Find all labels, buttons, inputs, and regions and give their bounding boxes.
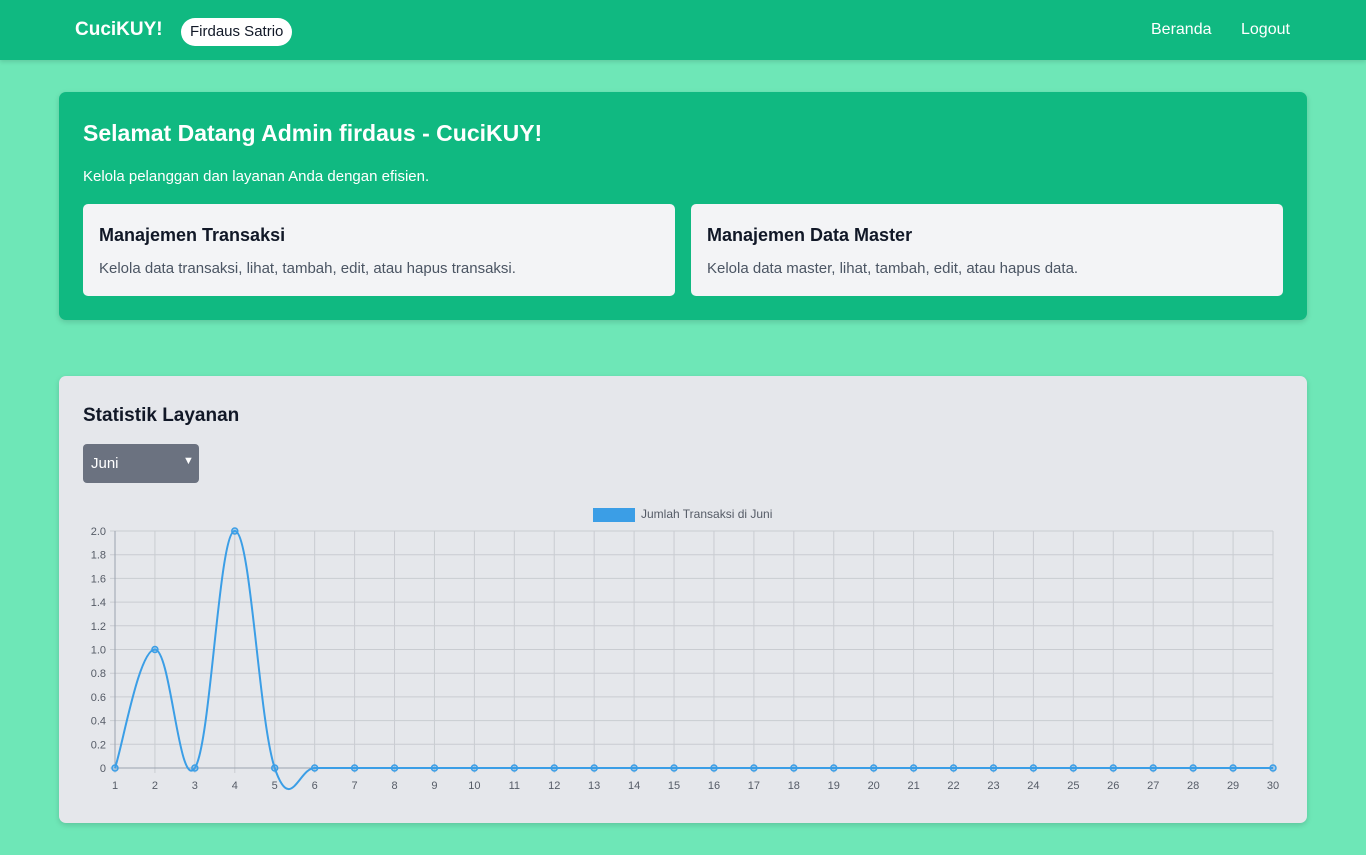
x-tick-label: 19: [828, 780, 840, 792]
data-point: [470, 764, 479, 772]
data-point: [710, 764, 718, 772]
data-point: [630, 764, 638, 772]
x-tick-label: 27: [1147, 780, 1159, 792]
card-title: Manajemen Data Master: [707, 225, 913, 245]
x-tick-label: 8: [391, 780, 397, 792]
data-point: [1189, 764, 1197, 772]
data-point: [111, 764, 119, 772]
data-point: [1269, 764, 1277, 772]
data-point: [830, 764, 838, 772]
x-tick-label: 11: [509, 780, 520, 792]
x-tick-label: 13: [588, 780, 600, 792]
x-tick-label: 24: [1027, 780, 1039, 792]
x-tick-label: 14: [628, 780, 640, 792]
x-tick-label: 16: [708, 780, 720, 792]
x-tick-label: 10: [468, 780, 480, 792]
y-tick-label: 1.6: [91, 573, 106, 585]
x-tick-label: 3: [192, 780, 198, 792]
y-tick-label: 0.6: [91, 692, 106, 704]
x-tick-label: 17: [748, 780, 760, 792]
data-point: [550, 764, 558, 772]
y-tick-label: 1.4: [91, 597, 106, 609]
statistics-panel: Statistik Layanan Juni ▼ Jumlah Transaks…: [59, 376, 1307, 823]
x-tick-label: 20: [868, 780, 880, 792]
x-tick-label: 29: [1227, 780, 1239, 792]
x-tick-label: 7: [352, 780, 358, 792]
y-tick-label: 1.0: [91, 645, 106, 657]
data-point: [270, 764, 279, 772]
y-tick-label: 1.8: [91, 550, 106, 562]
data-point: [1069, 764, 1078, 772]
data-point: [1029, 764, 1038, 772]
card-title: Manajemen Transaksi: [99, 225, 286, 245]
y-tick-label: 1.2: [91, 621, 106, 633]
welcome-subtitle: Kelola pelanggan dan layanan Anda dengan…: [83, 168, 430, 185]
x-tick-label: 23: [987, 780, 999, 792]
x-tick-label: 12: [548, 780, 560, 792]
data-point: [790, 764, 798, 772]
y-tick-label: 0: [100, 763, 106, 775]
data-point: [909, 764, 918, 772]
x-tick-label: 26: [1107, 780, 1119, 792]
x-tick-label: 2: [152, 780, 158, 792]
welcome-title: Selamat Datang Admin firdaus - CuciKUY!: [83, 120, 543, 146]
card-master-data-management[interactable]: Manajemen Data Master Kelola data master…: [691, 204, 1283, 296]
x-tick-label: 4: [232, 780, 238, 792]
data-point: [350, 764, 359, 772]
x-tick-label: 15: [668, 780, 680, 792]
transaction-line-chart: 00.20.40.60.81.01.21.41.61.82.01 2 3 4 5 6 7 8 9…: [91, 526, 1279, 792]
welcome-panel: Selamat Datang Admin firdaus - CuciKUY! …: [59, 92, 1307, 320]
data-point: [989, 764, 998, 772]
data-point: [1109, 764, 1118, 772]
data-point: [670, 764, 678, 772]
nav-link-logout[interactable]: Logout: [1241, 21, 1290, 39]
data-point: [390, 764, 399, 772]
user-name-badge: Firdaus Satrio: [181, 18, 293, 46]
data-point: [430, 764, 439, 772]
x-tick-label: 25: [1067, 780, 1079, 792]
data-point: [151, 645, 159, 654]
y-tick-label: 0.4: [91, 716, 106, 728]
card-description: Kelola data transaksi, lihat, tambah, ed…: [99, 260, 516, 277]
data-point: [750, 764, 758, 772]
card-transaction-management[interactable]: Manajemen Transaksi Kelola data transaks…: [83, 204, 675, 296]
brand-logo[interactable]: CuciKUY!: [75, 19, 163, 41]
y-tick-label: 2.0: [91, 526, 106, 538]
x-tick-label: 6: [312, 780, 318, 792]
data-point: [949, 764, 958, 772]
data-point: [191, 764, 199, 772]
x-tick-label: 18: [788, 780, 800, 792]
x-tick-label: 22: [947, 780, 959, 792]
data-point: [510, 764, 519, 772]
x-tick-label: 28: [1187, 780, 1199, 792]
x-tick-label: 1: [112, 780, 118, 792]
data-point: [1149, 764, 1157, 772]
data-point: [310, 764, 319, 772]
y-tick-label: 0.2: [91, 739, 106, 751]
navbar: CuciKUY! Firdaus Satrio Beranda Logout: [0, 0, 1366, 60]
series-line: [114, 529, 1273, 790]
data-point: [1229, 764, 1237, 772]
data-point: [231, 527, 239, 535]
data-point: [869, 764, 878, 772]
x-tick-label: 5: [272, 780, 278, 792]
nav-link-home[interactable]: Beranda: [1151, 21, 1212, 39]
card-description: Kelola data master, lihat, tambah, edit,…: [707, 260, 1079, 277]
x-tick-label: 9: [431, 780, 437, 792]
y-tick-label: 0.8: [91, 668, 106, 680]
x-tick-label: 30: [1267, 780, 1279, 792]
x-tick-label: 21: [907, 780, 919, 792]
data-point: [590, 764, 598, 772]
